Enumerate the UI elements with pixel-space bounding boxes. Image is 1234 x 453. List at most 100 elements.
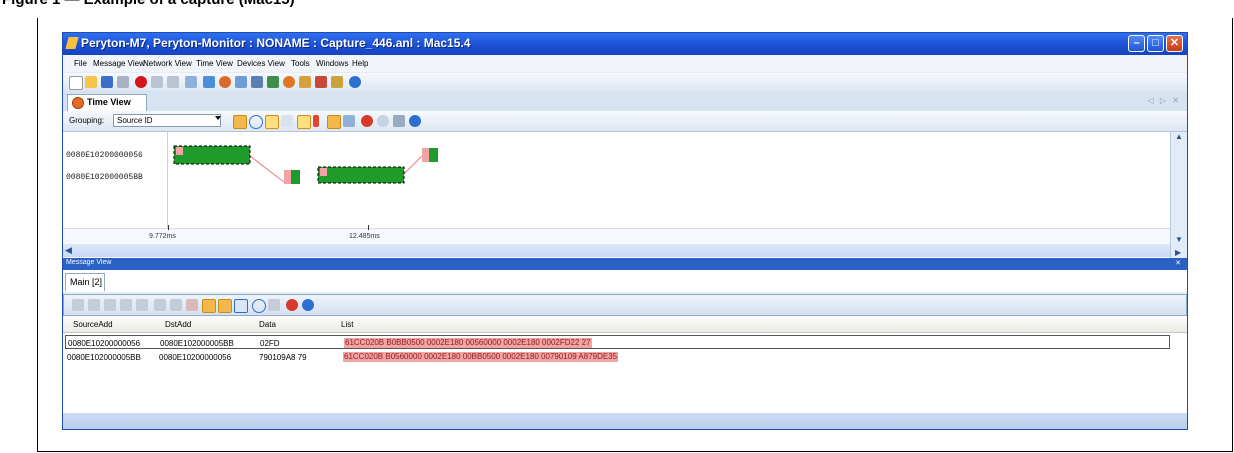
refresh-icon[interactable] (281, 115, 293, 127)
collapse-icon[interactable] (136, 299, 148, 311)
ruler-tick-label: 9.772ms (149, 233, 176, 240)
close-doc-icon[interactable] (117, 76, 129, 88)
stop-icon[interactable] (167, 76, 179, 88)
message-table-header: SourceAdd DstAdd Data List (63, 316, 1187, 333)
column-header-sourceadd[interactable]: SourceAdd (73, 320, 113, 329)
figure-caption: Figure 1 — Example of a capture (Mac15) (0, 0, 1234, 20)
grouping-select[interactable]: Source ID (113, 114, 221, 127)
copy-icon[interactable] (72, 299, 84, 311)
down-icon[interactable] (170, 299, 182, 311)
help-icon[interactable] (349, 76, 361, 88)
tab-main[interactable]: Main [2] (65, 273, 105, 291)
help-icon[interactable] (302, 299, 314, 311)
new-file-icon[interactable] (69, 76, 83, 90)
grid-icon[interactable] (104, 299, 116, 311)
clock-icon (72, 97, 84, 109)
ack-block[interactable] (291, 170, 300, 184)
grouping-label: Grouping: (69, 116, 105, 125)
menu-tools[interactable]: Tools (291, 59, 310, 68)
close-button[interactable]: ✕ (1166, 35, 1183, 52)
menu-message-view[interactable]: Message View (93, 59, 145, 68)
pin-close-icon[interactable]: ✕ (1175, 259, 1181, 267)
column-header-list[interactable]: List (341, 320, 353, 329)
save-icon[interactable] (101, 76, 113, 88)
source-id-row-1[interactable]: 0080E10200000056 (66, 151, 143, 160)
clock-icon[interactable] (283, 76, 295, 88)
ack-block-start (284, 170, 291, 184)
up-icon[interactable] (154, 299, 166, 311)
marker-icon[interactable] (313, 115, 319, 127)
maximize-button[interactable]: □ (1147, 35, 1164, 52)
filter-icon[interactable] (267, 76, 279, 88)
column-header-dstadd[interactable]: DstAdd (165, 320, 191, 329)
delete-icon[interactable] (186, 299, 198, 311)
frame-start-marker (320, 168, 327, 176)
source-id-row-2[interactable]: 0080E102000005BB (66, 173, 143, 182)
app-icon (65, 37, 79, 49)
search-icon[interactable] (377, 115, 389, 127)
time-view-pane: 0080E10200000056 0080E102000005BB 9.772m… (63, 132, 1170, 258)
wrench-icon[interactable] (185, 76, 197, 88)
print-icon[interactable] (393, 115, 405, 127)
scroll-left-icon[interactable]: ◀ (65, 245, 72, 256)
tab-time-view[interactable]: Time View (67, 94, 147, 111)
pause-icon[interactable] (151, 76, 163, 88)
frame-block-selected[interactable] (173, 145, 251, 165)
frame-icon[interactable] (327, 115, 341, 129)
timeline-canvas[interactable] (168, 132, 1168, 228)
help-icon[interactable] (409, 115, 421, 127)
paste-icon[interactable] (88, 299, 100, 311)
menu-help[interactable]: Help (352, 59, 368, 68)
scroll-down-icon[interactable]: ▼ (1175, 235, 1183, 244)
vertical-scrollbar[interactable]: ▲ ▼ ▶ (1170, 132, 1187, 258)
search-icon[interactable] (252, 299, 266, 313)
scroll-right-icon[interactable]: ▶ (1175, 248, 1181, 257)
expand-icon[interactable] (120, 299, 132, 311)
anchor-icon[interactable] (361, 115, 373, 127)
cell-sourceadd: 0080E10200000056 (68, 339, 141, 348)
chevron-down-icon[interactable] (215, 116, 221, 120)
time-ruler: 9.772ms 12.485ms (63, 225, 1170, 245)
menu-devices-view[interactable]: Devices View (237, 59, 285, 68)
record-icon[interactable] (135, 76, 147, 88)
window-icon[interactable] (235, 76, 247, 88)
device-icon[interactable] (251, 76, 263, 88)
anchor-icon[interactable] (286, 299, 298, 311)
wand-icon[interactable] (343, 115, 355, 127)
group-icon[interactable] (233, 115, 247, 129)
menu-time-view[interactable]: Time View (196, 59, 233, 68)
menu-file[interactable]: File (74, 59, 87, 68)
ruler-tick (368, 225, 369, 230)
cell-data: 790109A8 79 (259, 353, 307, 362)
globe-icon[interactable] (219, 76, 231, 88)
column-header-data[interactable]: Data (259, 320, 276, 329)
usb-icon[interactable] (203, 76, 215, 88)
ack-block-start (422, 148, 429, 162)
table-row[interactable]: 0080E10200000056 0080E102000005BB 02FD 6… (65, 335, 1170, 349)
hat-icon[interactable] (331, 76, 343, 88)
scroll-up-icon[interactable]: ▲ (1175, 132, 1183, 141)
tool-icon[interactable] (299, 76, 311, 88)
minimize-button[interactable]: – (1128, 35, 1145, 52)
share-icon[interactable] (315, 76, 327, 88)
ack-block[interactable] (429, 148, 438, 162)
select-icon[interactable] (265, 115, 279, 129)
open-folder-icon[interactable] (85, 76, 97, 88)
menu-network-view[interactable]: Network View (143, 59, 192, 68)
menu-windows[interactable]: Windows (316, 59, 348, 68)
time-view-toolbar: Grouping: Source ID (63, 111, 1187, 132)
table-icon[interactable] (218, 299, 232, 313)
zoom-icon[interactable] (249, 115, 263, 129)
horizontal-scrollbar[interactable]: ◀ (63, 244, 1170, 257)
filter-icon[interactable] (268, 299, 280, 311)
tab-nav-arrows[interactable]: ◁ ▷ ✕ (1148, 96, 1181, 105)
source-id-column: 0080E10200000056 0080E102000005BB (63, 132, 168, 228)
ruler-tick-label: 12.485ms (349, 233, 380, 240)
window-icon[interactable] (234, 299, 248, 313)
table-row[interactable]: 0080E102000005BB 0080E10200000056 790109… (65, 350, 1170, 364)
title-bar[interactable]: Peryton-M7, Peryton-Monitor : NONAME : C… (63, 33, 1187, 55)
timer-icon[interactable] (297, 115, 311, 129)
group-icon[interactable] (202, 299, 216, 313)
frame-block-selected[interactable] (317, 166, 405, 184)
message-view-tabs: Main [2] (63, 270, 1187, 292)
